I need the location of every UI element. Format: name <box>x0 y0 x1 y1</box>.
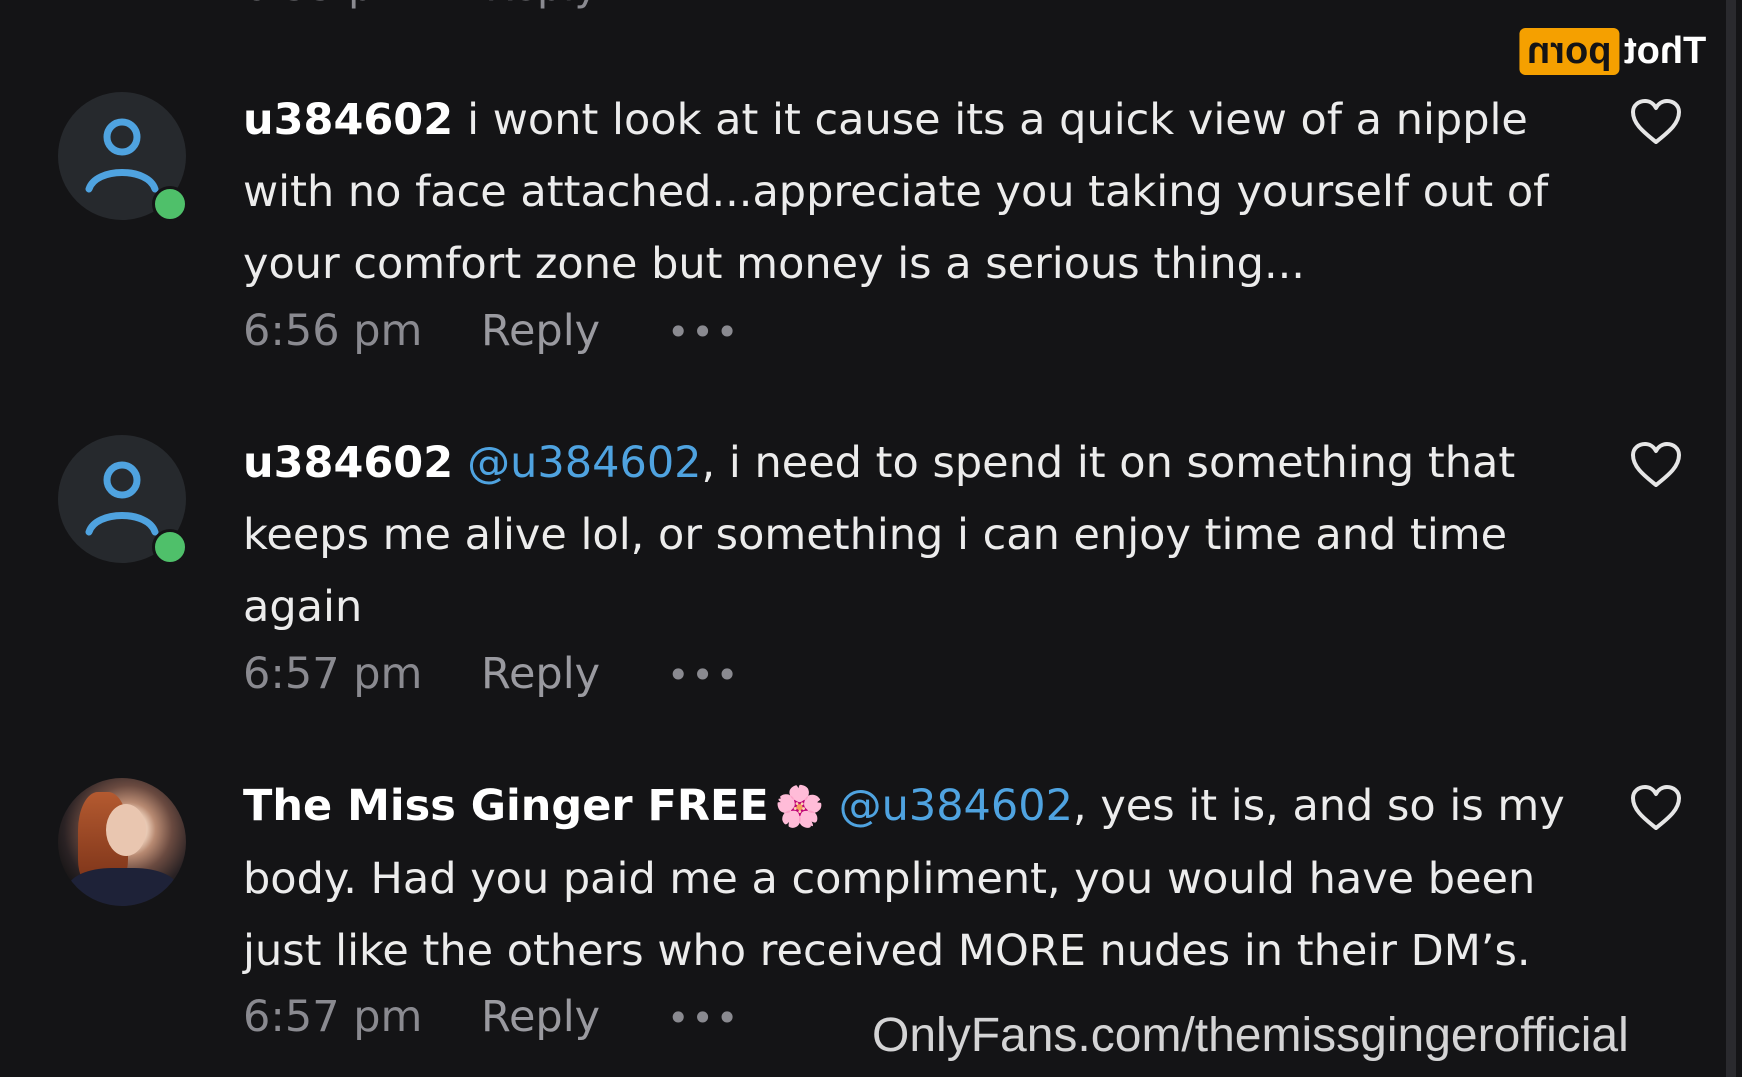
comment-username[interactable]: The Miss Ginger FREE <box>243 781 769 831</box>
scrollbar[interactable] <box>1726 0 1736 1077</box>
more-options-icon[interactable]: ••• <box>667 653 740 697</box>
heart-outline-icon[interactable] <box>1630 98 1682 146</box>
watermark-logo-text: Thot <box>1623 30 1706 72</box>
more-options-icon[interactable]: ••• <box>667 996 740 1040</box>
comment-time: 6:57 pm <box>243 649 423 699</box>
watermark-logo: porn Thot <box>1519 28 1706 75</box>
avatar-photo[interactable] <box>58 778 186 906</box>
previous-comment-reply-button[interactable]: Reply <box>485 0 599 10</box>
comment-username[interactable]: u384602 <box>243 95 453 145</box>
comments-screen: 6:55 pm Reply porn Thot u384602i wont lo… <box>0 0 1742 1077</box>
online-status-dot <box>152 529 188 565</box>
reply-button[interactable]: Reply <box>481 649 667 699</box>
comment-mention[interactable]: @u384602 <box>839 781 1073 831</box>
comment-time: 6:57 pm <box>243 992 423 1042</box>
comment-username[interactable]: u384602 <box>243 438 453 488</box>
comment-time: 6:56 pm <box>243 306 423 356</box>
comment-meta: 6:57 pm Reply ••• <box>243 992 740 1042</box>
reply-button[interactable]: Reply <box>481 992 667 1042</box>
heart-outline-icon[interactable] <box>1630 784 1682 832</box>
watermark-url: OnlyFans.com/themissgingerofficial <box>872 1009 1629 1062</box>
more-options-icon[interactable]: ••• <box>667 310 740 354</box>
watermark-logo-box: porn <box>1519 28 1620 75</box>
reply-button[interactable]: Reply <box>481 306 667 356</box>
previous-comment-meta: 6:55 pm Reply <box>243 0 657 10</box>
comment-meta: 6:56 pm Reply ••• <box>243 306 740 356</box>
comment-body: u384602 @u384602, i need to spend it on s… <box>243 427 1593 643</box>
cherry-blossom-icon: 🌸 <box>774 784 825 830</box>
comment-mention[interactable]: @u384602 <box>467 438 701 488</box>
heart-outline-icon[interactable] <box>1630 441 1682 489</box>
comment-body: u384602 i wont look at it cause its a qui… <box>243 84 1593 300</box>
comment-meta: 6:57 pm Reply ••• <box>243 649 740 699</box>
avatar-face <box>106 804 146 856</box>
avatar-shirt <box>68 868 178 906</box>
previous-comment-time: 6:55 pm <box>243 0 414 10</box>
comment-body: The Miss Ginger FREE 🌸 @u384602, yes it is… <box>243 770 1593 987</box>
online-status-dot <box>152 186 188 222</box>
